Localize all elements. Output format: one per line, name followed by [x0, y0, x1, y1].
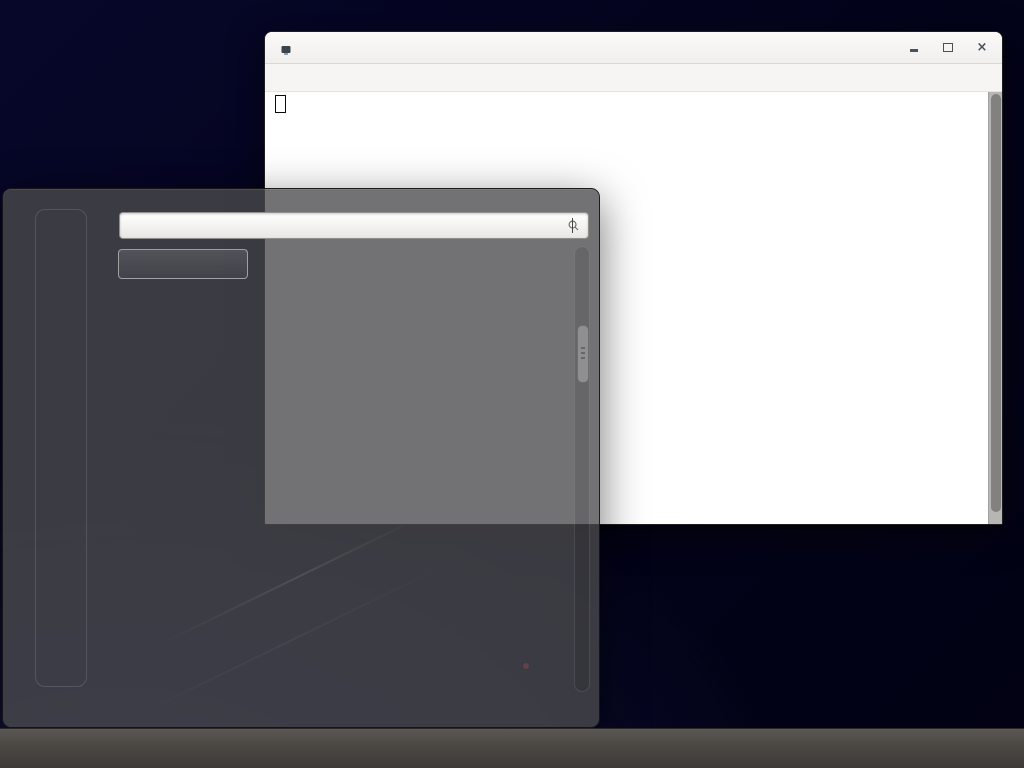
application-list-scrollbar[interactable] [574, 246, 590, 692]
search-box[interactable] [119, 212, 589, 239]
close-button[interactable]: × [976, 42, 988, 54]
text-caret [572, 218, 573, 233]
terminal-menubar [265, 64, 1002, 92]
all-applications-button[interactable] [118, 249, 248, 279]
shell-prompt [265, 92, 1002, 116]
terminal-cursor [275, 95, 286, 113]
terminal-scrollbar-handle[interactable] [991, 94, 1001, 512]
favorites-column [35, 209, 87, 687]
minimize-button[interactable] [908, 42, 920, 54]
terminal-titlebar[interactable]: × [265, 32, 1002, 64]
terminal-scrollbar[interactable] [988, 92, 1002, 524]
search-icon [566, 218, 581, 233]
maximize-button[interactable] [942, 42, 954, 54]
application-list-scrollbar-handle[interactable] [577, 325, 589, 383]
taskbar [0, 728, 1024, 768]
application-menu [2, 188, 600, 728]
terminal-app-icon [280, 41, 292, 53]
